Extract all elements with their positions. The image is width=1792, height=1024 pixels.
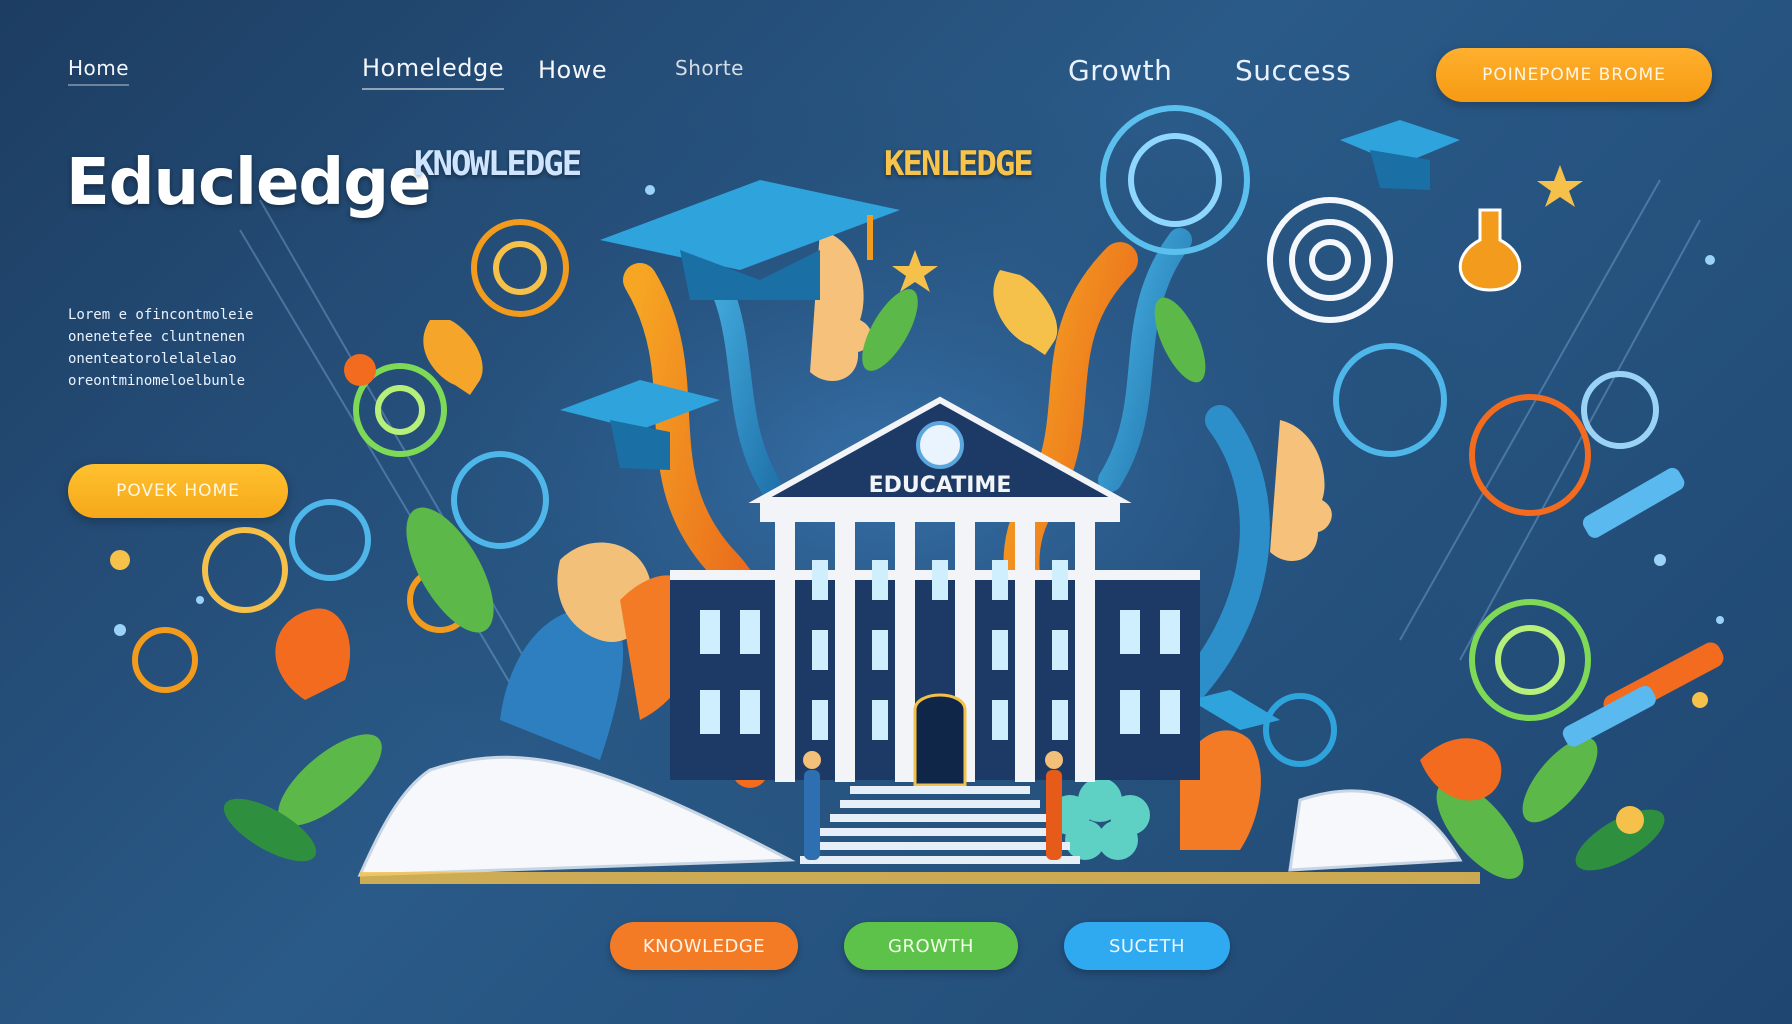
success-pill-button[interactable]: SUCETH xyxy=(1064,922,1230,970)
hero-cta-button[interactable]: POVEK HOME xyxy=(68,464,288,518)
hero-description-line: Lorem e ofincontmoleie xyxy=(68,307,254,323)
brand-title: Educledge xyxy=(66,146,431,220)
hero-description-line: onenetefee cluntnenen xyxy=(68,329,246,345)
brand-tagline: KNOWLEDGE xyxy=(414,144,582,184)
knowledge-pill-button[interactable]: KNOWLEDGE xyxy=(610,922,798,970)
hero-description-line: onenteatorolelalelao xyxy=(68,351,237,367)
nav-link-howe[interactable]: Howe xyxy=(538,56,607,84)
nav-link-shorte[interactable]: Shorte xyxy=(675,56,744,80)
building-label: EDUCATIME xyxy=(869,473,1012,498)
nav-link-homeledge[interactable]: Homeledge xyxy=(362,54,505,90)
top-nav: Home Homeledge Howe Shorte Growth Succes… xyxy=(0,0,1792,140)
nav-link-success[interactable]: Success xyxy=(1235,54,1351,87)
nav-link-home[interactable]: Home xyxy=(68,56,130,86)
growth-pill-button[interactable]: GROWTH xyxy=(844,922,1018,970)
landing-page: EDUCATIME Home Homeledge Howe Shorte Gro… xyxy=(0,0,1792,1024)
hero-description: Lorem e ofincontmoleie onenetefee cluntn… xyxy=(68,304,338,392)
hero-description-line: oreontminomeloelbunle xyxy=(68,373,246,389)
art-text: KENLEDGE xyxy=(884,144,1034,184)
nav-cta-button[interactable]: POINEPOME BROME xyxy=(1436,48,1712,102)
nav-link-growth[interactable]: Growth xyxy=(1068,54,1172,87)
